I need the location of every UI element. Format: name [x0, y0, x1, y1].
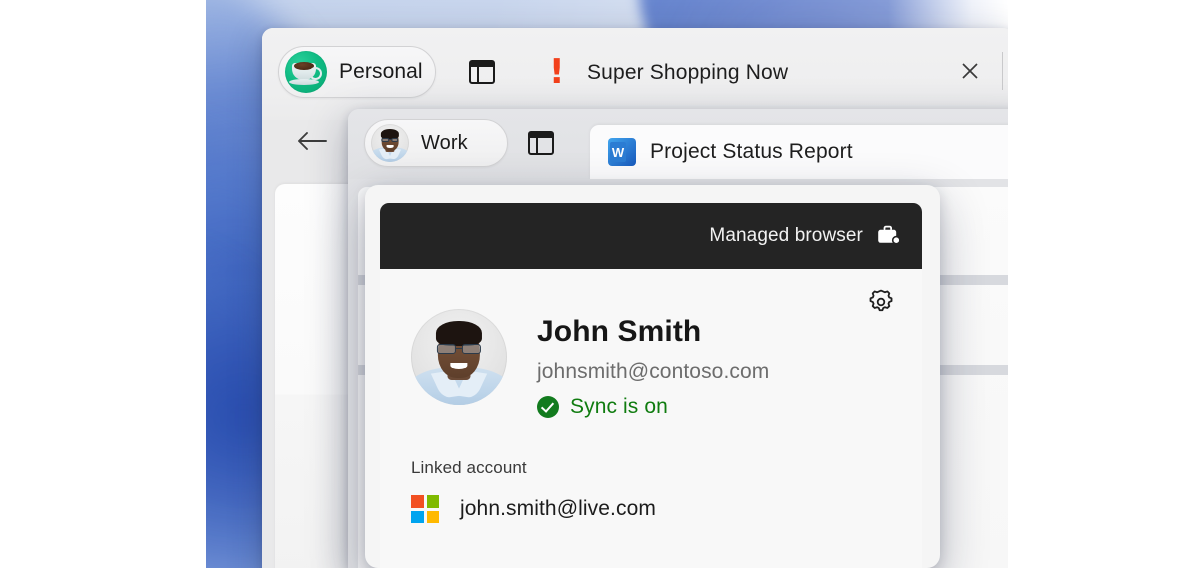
- microsoft-logo-icon: [411, 495, 439, 523]
- linked-account-section-title: Linked account: [411, 458, 527, 478]
- linked-account-row[interactable]: john.smith@live.com: [411, 495, 656, 523]
- profile-flyout-panel[interactable]: Managed browser: [365, 185, 940, 568]
- back-arrow-icon[interactable]: [296, 130, 328, 152]
- profile-flyout-content: John Smith johnsmith@contoso.com Sync is…: [380, 269, 922, 568]
- page-gutter-left: [0, 0, 206, 568]
- coffee-handle: [309, 67, 322, 80]
- screenshot-root: Personal ! Super Shopping Now: [0, 0, 1202, 568]
- work-tab-title: Project Status Report: [650, 140, 853, 164]
- profile-text-block: John Smith johnsmith@contoso.com Sync is…: [537, 309, 769, 419]
- ms-logo-square-yellow: [427, 511, 440, 524]
- user-photo-avatar-icon: [411, 309, 507, 405]
- split-screen-icon[interactable]: [469, 60, 495, 84]
- linked-account-email: john.smith@live.com: [460, 497, 656, 521]
- coffee-cup-avatar-icon: [285, 51, 327, 93]
- managed-browser-label: Managed browser: [709, 225, 863, 247]
- work-browser-tab[interactable]: Project Status Report: [590, 125, 1038, 179]
- profile-name: John Smith: [537, 316, 769, 348]
- split-screen-icon[interactable]: [528, 131, 554, 155]
- briefcase-icon: [876, 225, 900, 247]
- page-gutter-right: [1008, 0, 1202, 568]
- sync-status-label: Sync is on: [570, 395, 668, 419]
- gear-icon[interactable]: [866, 287, 896, 317]
- microsoft-word-icon: [608, 138, 636, 166]
- work-profile-pill[interactable]: Work: [364, 119, 508, 167]
- ms-logo-square-green: [427, 495, 440, 508]
- personal-tab-title[interactable]: Super Shopping Now: [587, 61, 788, 85]
- work-window-titlebar: Work Project Status Report: [348, 109, 1038, 179]
- red-exclamation-icon: !: [549, 55, 565, 89]
- work-profile-label: Work: [421, 132, 468, 155]
- profile-identity-row: John Smith johnsmith@contoso.com Sync is…: [411, 309, 769, 419]
- coffee-saucer: [289, 79, 319, 85]
- ms-logo-square-red: [411, 495, 424, 508]
- user-photo-avatar-icon: [371, 124, 409, 162]
- profile-email: johnsmith@contoso.com: [537, 360, 769, 384]
- personal-window-titlebar: Personal ! Super Shopping Now: [262, 28, 1014, 120]
- titlebar-divider: [1002, 52, 1003, 90]
- ms-logo-square-blue: [411, 511, 424, 524]
- personal-profile-pill[interactable]: Personal: [278, 46, 436, 98]
- personal-profile-label: Personal: [339, 60, 423, 84]
- managed-browser-banner: Managed browser: [380, 203, 922, 269]
- close-icon[interactable]: [957, 58, 983, 84]
- green-check-circle-icon: [537, 396, 559, 418]
- sync-status-row[interactable]: Sync is on: [537, 395, 769, 419]
